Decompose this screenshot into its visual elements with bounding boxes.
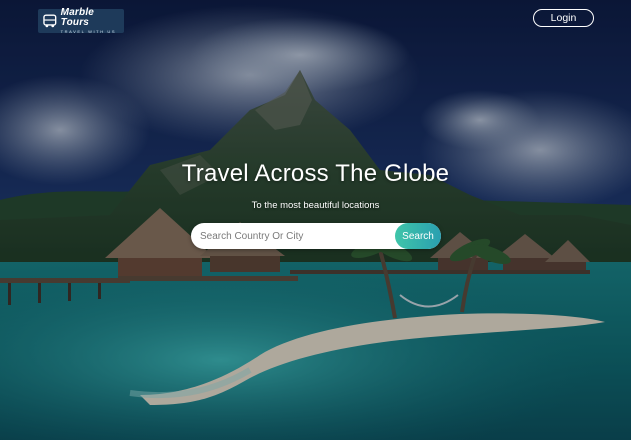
bus-icon: [43, 14, 57, 28]
search-input[interactable]: [191, 223, 391, 249]
hero-subheadline: To the most beautiful locations: [251, 200, 380, 211]
search-button[interactable]: Search: [395, 223, 441, 249]
brand-logo[interactable]: Marble Tours TRAVEL WITH US: [38, 7, 124, 34]
hero-headline: Travel Across The Globe: [181, 160, 450, 187]
login-button[interactable]: Login: [533, 9, 594, 27]
brand-name: Marble Tours: [60, 7, 95, 28]
hero-background-image: [0, 0, 631, 440]
hero-section: [0, 0, 631, 440]
brand-tagline: TRAVEL WITH US: [60, 29, 117, 34]
search-bar: Search: [191, 223, 441, 249]
